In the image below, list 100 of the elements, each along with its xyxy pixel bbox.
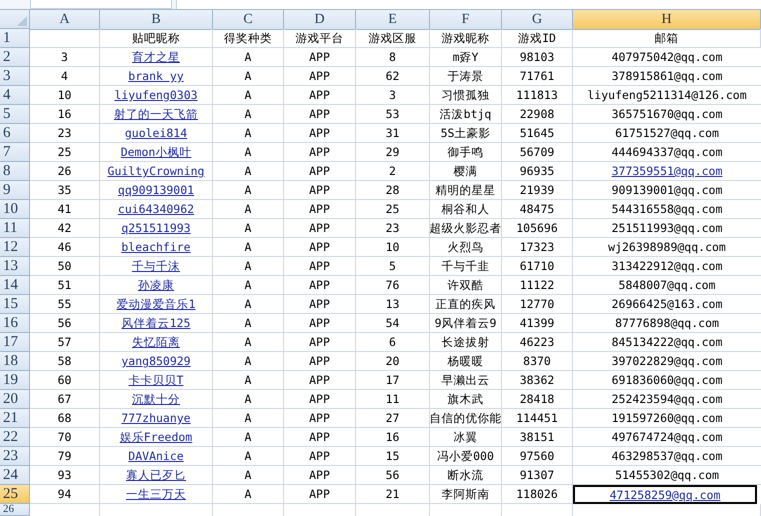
award-cell: A [213,48,284,67]
platform-cell: APP [284,257,356,276]
row-header[interactable]: 8 [0,162,30,181]
active-cell[interactable]: 471258259@qq.com [573,485,757,504]
platform-cell: APP [284,485,356,504]
nickname-link[interactable]: DAVAnice [100,447,213,466]
row-header[interactable]: 1 [0,29,30,48]
nickname-link[interactable]: 射了的一天飞箭 [100,105,213,124]
game-name-cell: 旗木武 [430,390,502,409]
nickname-link[interactable]: 777zhuanye [100,409,213,428]
nickname-link[interactable]: 娱乐Freedom [100,428,213,447]
nickname-link[interactable]: guolei814 [100,124,213,143]
nickname-link[interactable]: liyufeng0303 [100,86,213,105]
server-cell: 8 [356,48,430,67]
row-header[interactable]: 18 [0,352,30,371]
nickname-link[interactable]: GuiltyCrowning [100,162,213,181]
column-header[interactable]: E [356,10,430,30]
platform-cell: APP [284,314,356,333]
game-name-cell: 樱满 [430,162,502,181]
row-header[interactable]: 3 [0,67,30,86]
column-header[interactable]: C [213,10,284,30]
row-header[interactable]: 15 [0,295,30,314]
index-cell: 93 [30,466,100,485]
email-cell: 378915861@qq.com [573,67,761,86]
nickname-link[interactable]: bleachfire [100,238,213,257]
row-header[interactable]: 14 [0,276,30,295]
row-header[interactable]: 22 [0,428,30,447]
nickname-link[interactable]: q251511993 [100,219,213,238]
award-cell: A [213,447,284,466]
row-header[interactable]: 20 [0,390,30,409]
email-cell: 51455302@qq.com [573,466,761,485]
game-id-cell: 114451 [502,409,573,428]
column-header[interactable]: B [100,10,213,30]
row-header[interactable]: 7 [0,143,30,162]
nickname-link[interactable]: 沉默十分 [100,390,213,409]
nickname-link[interactable]: 千与千沫 [100,257,213,276]
game-id-cell: 28418 [502,390,573,409]
nickname-link[interactable]: qq909139001 [100,181,213,200]
row-header[interactable]: 13 [0,257,30,276]
nickname-link[interactable]: cui64340962 [100,200,213,219]
row-header[interactable]: 24 [0,466,30,485]
email-cell: 313422912@qq.com [573,257,761,276]
server-cell: 16 [356,428,430,447]
formula-field[interactable] [176,0,761,9]
row-header[interactable]: 19 [0,371,30,390]
award-cell: A [213,162,284,181]
nickname-link[interactable]: 寡人已歹匕 [100,466,213,485]
game-id-cell: 38362 [502,371,573,390]
row-header[interactable]: 21 [0,409,30,428]
award-cell: A [213,200,284,219]
column-header[interactable]: G [502,10,573,30]
row-header[interactable]: 12 [0,238,30,257]
row-header[interactable]: 26 [0,504,30,516]
nickname-link[interactable]: Demon小枫叶 [100,143,213,162]
server-cell: 11 [356,390,430,409]
nickname-link[interactable]: 爱动漫爱音乐1 [100,295,213,314]
column-header[interactable]: H [573,10,761,30]
email-cell: 909139001@qq.com [573,181,761,200]
award-cell: A [213,390,284,409]
server-cell: 21 [356,485,430,504]
row-header[interactable]: 16 [0,314,30,333]
row-header[interactable]: 23 [0,447,30,466]
row-header[interactable]: 25 [0,485,30,504]
row-header[interactable]: 10 [0,200,30,219]
platform-cell: APP [284,48,356,67]
header-cell: 邮箱 [573,29,761,48]
platform-cell: APP [284,428,356,447]
name-box[interactable] [30,0,172,9]
game-id-cell: 51645 [502,124,573,143]
email-link[interactable]: 377359551@qq.com [573,162,761,181]
award-cell: A [213,67,284,86]
nickname-link[interactable]: 育才之星 [100,48,213,67]
row-header[interactable]: 9 [0,181,30,200]
index-cell: 79 [30,447,100,466]
platform-cell: APP [284,352,356,371]
platform-cell: APP [284,390,356,409]
game-name-cell: 杨暖暖 [430,352,502,371]
column-header[interactable]: F [430,10,502,30]
nickname-link[interactable]: 一生三万天 [100,485,213,504]
game-id-cell: 21939 [502,181,573,200]
nickname-link[interactable]: 卡卡贝贝T [100,371,213,390]
email-cell: liyufeng5211314@126.com [573,86,761,105]
column-header[interactable]: D [284,10,356,30]
row-header[interactable]: 11 [0,219,30,238]
game-id-cell: 56709 [502,143,573,162]
nickname-link[interactable]: brank yy [100,67,213,86]
select-all-corner[interactable] [0,10,30,29]
nickname-link[interactable]: 孙凌康 [100,276,213,295]
nickname-link[interactable]: 失忆陌离 [100,333,213,352]
column-header[interactable]: A [30,10,100,30]
platform-cell: APP [284,162,356,181]
row-header[interactable]: 5 [0,105,30,124]
nickname-link[interactable]: 风伴着云125 [100,314,213,333]
row-header[interactable]: 4 [0,86,30,105]
index-cell: 3 [30,48,100,67]
nickname-link[interactable]: yang850929 [100,352,213,371]
row-header[interactable]: 2 [0,48,30,67]
row-header[interactable]: 6 [0,124,30,143]
row-header[interactable]: 17 [0,333,30,352]
award-cell: A [213,371,284,390]
